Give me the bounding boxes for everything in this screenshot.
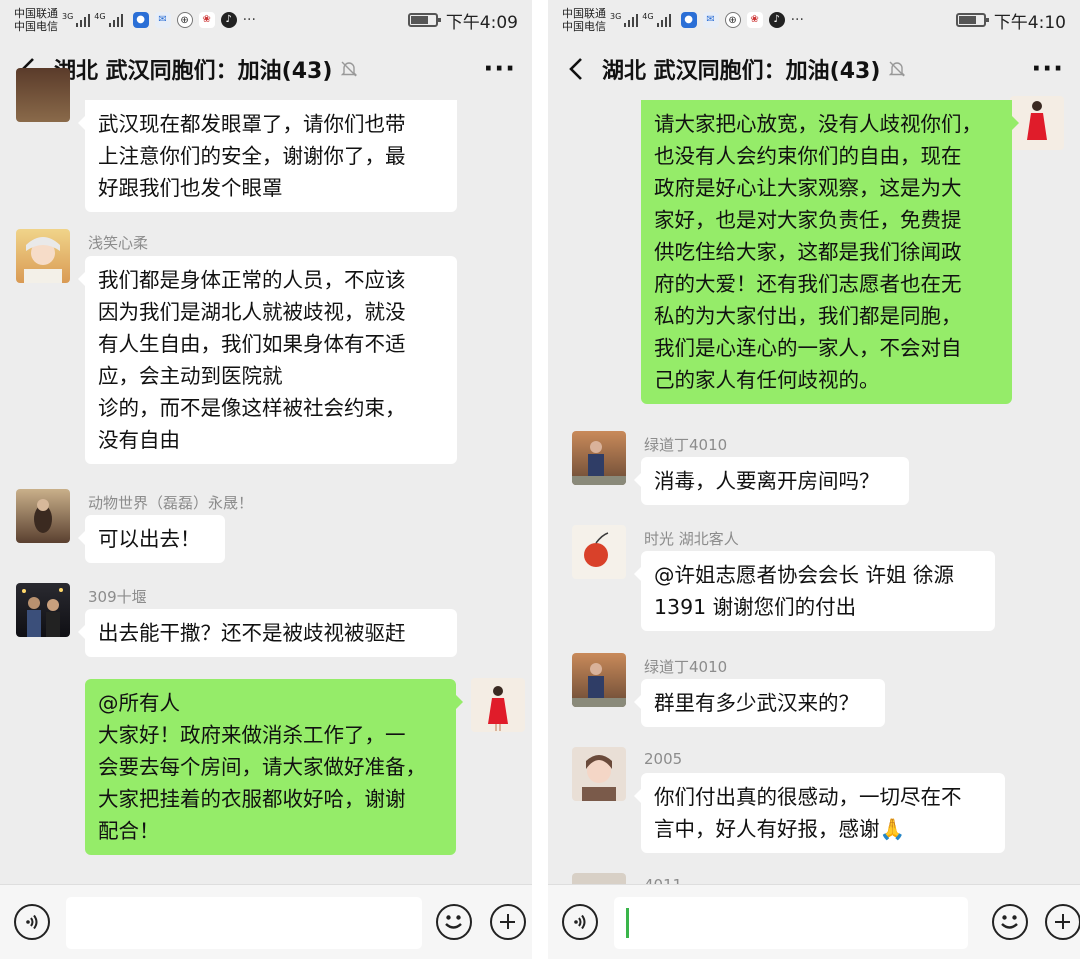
- message-input[interactable]: [614, 897, 968, 949]
- avatar[interactable]: [572, 653, 626, 707]
- carrier-info: 中国联通 中国电信: [562, 7, 606, 33]
- plus-icon[interactable]: [1045, 904, 1080, 940]
- sender-name: 浅笑心柔: [88, 234, 149, 252]
- signal-3g-icon: 3G: [62, 13, 91, 27]
- bell-mute-icon: [888, 60, 906, 78]
- sender-name: 动物世界（磊磊）永晟！: [88, 494, 254, 512]
- my-message-bubble[interactable]: 请大家把心放宽，没有人歧视你们， 也没有人会约束你们的自由，现在 政府是好心让大…: [641, 100, 1019, 404]
- app-notify-icon: ✉: [702, 12, 719, 28]
- message-bubble[interactable]: 群里有多少武汉来的？: [634, 679, 885, 727]
- carrier-1: 中国联通: [562, 7, 606, 20]
- avatar[interactable]: [16, 489, 70, 543]
- message-bubble[interactable]: 可以出去！: [78, 515, 225, 563]
- app-notify-icon: ❀: [746, 12, 763, 28]
- right-chat-screen: 中国联通 中国电信 3G 4G ● ✉ ⊕ ❀ ♪ ··· 下午4:10 湖北: [548, 0, 1080, 959]
- more-dots-icon[interactable]: ···: [1031, 56, 1064, 82]
- avatar[interactable]: [572, 525, 626, 579]
- more-dots-icon[interactable]: ···: [483, 56, 516, 82]
- sender-name: 309十堰: [88, 588, 147, 606]
- text-cursor: [626, 908, 629, 938]
- app-notify-icon: ✉: [154, 12, 171, 28]
- back-chevron-icon[interactable]: [564, 57, 588, 81]
- notification-icons: ● ✉ ⊕ ❀ ♪ ···: [132, 12, 256, 28]
- bell-mute-icon: [340, 60, 358, 78]
- voice-icon[interactable]: [14, 904, 50, 940]
- input-bar: [0, 884, 532, 959]
- chat-title: 湖北 武汉同胞们：加油(43): [54, 59, 333, 84]
- browser-icon: ⊕: [176, 12, 193, 28]
- signal-4g-icon: 4G: [94, 13, 123, 27]
- avatar[interactable]: [471, 678, 525, 732]
- message-bubble[interactable]: 武汉现在都发眼罩了，请你们也带 上注意你们的安全，谢谢你了，最 好跟我们也发个眼…: [78, 100, 457, 212]
- signal-4g-icon: 4G: [642, 13, 671, 27]
- carrier-2: 中国电信: [14, 20, 58, 33]
- tiktok-icon: ♪: [768, 12, 785, 28]
- app-notify-icon: ●: [680, 12, 697, 28]
- message-bubble[interactable]: @许姐志愿者协会会长 许姐 徐源 1391 谢谢您们的付出: [634, 551, 995, 631]
- more-notifications-icon: ···: [242, 12, 256, 28]
- emoji-icon[interactable]: [436, 904, 472, 940]
- app-notify-icon: ●: [132, 12, 149, 28]
- message-bubble[interactable]: 我们都是身体正常的人员，不应该 因为我们是湖北人就被歧视，就没 有人生自由，我们…: [78, 256, 457, 464]
- input-bar: [548, 884, 1080, 959]
- notification-icons: ● ✉ ⊕ ❀ ♪ ···: [680, 12, 804, 28]
- battery-icon: [955, 13, 989, 27]
- my-message-bubble[interactable]: @所有人 大家好！政府来做消杀工作了，一 会要去每个房间，请大家做好准备， 大家…: [85, 679, 463, 855]
- clock: 下午4:09: [445, 12, 518, 33]
- signal-3g-icon: 3G: [610, 13, 639, 27]
- carrier-info: 中国联通 中国电信: [14, 7, 58, 33]
- tiktok-icon: ♪: [220, 12, 237, 28]
- status-bar: 中国联通 中国电信 3G 4G ● ✉ ⊕ ❀ ♪ ··· 下午4:10: [548, 0, 1080, 40]
- chat-title: 湖北 武汉同胞们：加油(43): [602, 59, 881, 84]
- sender-name: 2005: [644, 750, 683, 768]
- emoji-icon[interactable]: [992, 904, 1028, 940]
- clock: 下午4:10: [993, 12, 1066, 33]
- carrier-1: 中国联通: [14, 7, 58, 20]
- message-input[interactable]: [66, 897, 422, 949]
- left-chat-screen: 中国联通 中国电信 3G 4G ● ✉ ⊕ ❀ ♪ ··· 下午4:09 湖北: [0, 0, 532, 959]
- browser-icon: ⊕: [724, 12, 741, 28]
- status-bar: 中国联通 中国电信 3G 4G ● ✉ ⊕ ❀ ♪ ··· 下午4:09: [0, 0, 532, 40]
- message-bubble[interactable]: 你们付出真的很感动，一切尽在不 言中，好人有好报，感谢🙏: [634, 773, 1005, 853]
- sender-name: 绿道丁4010: [644, 658, 728, 676]
- avatar[interactable]: [16, 229, 70, 283]
- battery-icon: [407, 13, 441, 27]
- app-notify-icon: ❀: [198, 12, 215, 28]
- voice-icon[interactable]: [562, 904, 598, 940]
- message-bubble[interactable]: 消毒，人要离开房间吗？: [634, 457, 909, 505]
- plus-icon[interactable]: [490, 904, 526, 940]
- chat-title-bar: 湖北 武汉同胞们：加油(43) ···: [548, 40, 1080, 98]
- more-notifications-icon: ···: [790, 12, 804, 28]
- avatar[interactable]: [16, 583, 70, 637]
- avatar[interactable]: [572, 747, 626, 801]
- avatar[interactable]: [16, 68, 70, 122]
- sender-name: 绿道丁4010: [644, 436, 728, 454]
- carrier-2: 中国电信: [562, 20, 606, 33]
- sender-name: 时光 湖北客人: [644, 530, 739, 548]
- chat-title-bar: 湖北 武汉同胞们：加油(43) ···: [0, 40, 532, 98]
- message-bubble[interactable]: 出去能干撒？还不是被歧视被驱赶: [78, 609, 457, 657]
- avatar[interactable]: [572, 431, 626, 485]
